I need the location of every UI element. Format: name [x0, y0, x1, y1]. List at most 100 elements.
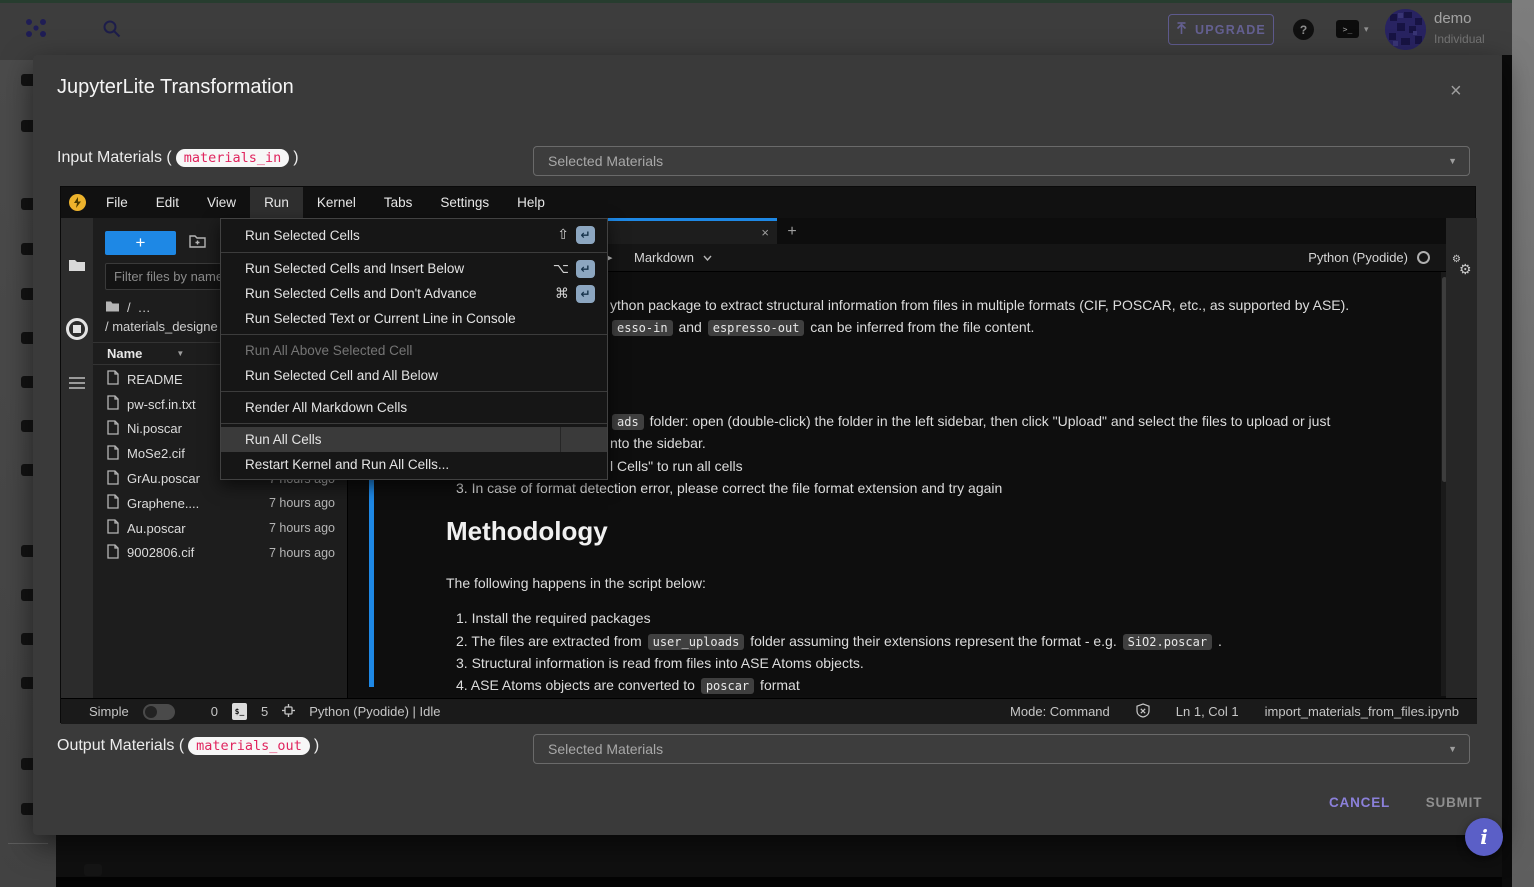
jupyterlite-logo-icon — [69, 194, 86, 211]
file-name: GrAu.poscar — [127, 471, 200, 486]
input-materials-label: Input Materials (materials_in) — [57, 149, 299, 167]
trust-shield-icon — [1136, 703, 1150, 721]
menubar-item-kernel[interactable]: Kernel — [303, 187, 370, 218]
run-menu-item[interactable]: Run All Cells — [221, 427, 607, 452]
enter-key-icon: ↵ — [576, 285, 595, 303]
file-icon — [107, 470, 119, 488]
menubar-item-file[interactable]: File — [92, 187, 142, 218]
run-menu-item[interactable]: Run Selected Cells and Don't Advance⌘↵ — [221, 281, 607, 306]
cell-type-dropdown[interactable]: Markdown — [634, 250, 712, 265]
file-modified-time: 7 hours ago — [269, 496, 335, 510]
kernel-count: 5 — [261, 704, 268, 719]
menubar-item-edit[interactable]: Edit — [142, 187, 193, 218]
cancel-button[interactable]: CANCEL — [1329, 795, 1389, 815]
run-menu-item[interactable]: Render All Markdown Cells — [221, 395, 607, 420]
menu-separator — [221, 334, 607, 335]
markdown-line: l Cells" to run all cells — [610, 458, 743, 474]
folder-icon — [105, 300, 120, 315]
jupyter-menubar: FileEditViewRunKernelTabsSettingsHelp — [61, 187, 1475, 218]
notebook-filename: import_materials_from_files.ipynb — [1265, 704, 1459, 719]
bug-icon[interactable] — [282, 704, 295, 720]
markdown-line: ads folder: open (double-click) the fold… — [610, 413, 1330, 429]
file-row[interactable]: Au.poscar 7 hours ago — [93, 516, 347, 541]
file-modified-time: 7 hours ago — [269, 546, 335, 560]
run-menu-item[interactable]: Restart Kernel and Run All Cells... — [221, 452, 607, 477]
run-menu-dropdown: Run Selected Cells⇧↵ Run Selected Cells a… — [220, 218, 608, 480]
running-kernels-icon[interactable] — [66, 318, 88, 340]
output-materials-label: Output Materials (materials_out) — [57, 737, 319, 755]
file-icon — [107, 445, 119, 463]
chevron-down-icon: ▼ — [1448, 744, 1457, 754]
page-right-edge — [1502, 55, 1512, 887]
new-tab-button[interactable]: + — [781, 221, 803, 243]
modifier-key-icon: ⌘ — [555, 286, 569, 302]
menubar-item-view[interactable]: View — [193, 187, 250, 218]
methodology-heading: Methodology — [446, 516, 608, 547]
run-menu-item[interactable]: Run Selected Cell and All Below — [221, 363, 607, 388]
dialog-title: JupyterLite Transformation — [57, 76, 294, 99]
file-name: Au.poscar — [127, 521, 186, 536]
jupyter-statusbar: Simple 0 $_ 5 Python (Pyodide) | Idle Mo… — [61, 698, 1477, 724]
new-launcher-button[interactable]: + — [105, 231, 176, 255]
file-row[interactable]: 9002806.cif7 hours ago — [93, 541, 347, 566]
markdown-line: esso-in and espresso-out can be inferred… — [610, 319, 1034, 335]
file-icon — [107, 395, 119, 413]
close-icon[interactable]: × — [1450, 81, 1462, 101]
tab-close-icon[interactable]: × — [761, 225, 769, 240]
info-fab-button[interactable]: i — [1465, 818, 1503, 856]
markdown-list-item: 3. Structural information is read from f… — [456, 655, 864, 671]
chevron-down-icon: ▼ — [1448, 156, 1457, 166]
markdown-line: 3. In case of format detection error, pl… — [456, 480, 1002, 496]
simple-mode-toggle[interactable] — [143, 704, 175, 720]
screen: UPGRADE ? >_ ▾ demo Individual — [0, 0, 1534, 887]
kernel-selector[interactable]: Python (Pyodide) — [1308, 250, 1430, 265]
file-icon — [107, 544, 119, 562]
markdown-list-item: 4. ASE Atoms objects are converted to po… — [456, 677, 800, 693]
file-browser-icon[interactable] — [68, 258, 86, 277]
menubar-item-run[interactable]: Run — [250, 187, 303, 218]
menubar-item-help[interactable]: Help — [503, 187, 559, 218]
file-modified-time: 7 hours ago — [269, 521, 335, 535]
breadcrumb[interactable]: / … — [105, 300, 151, 315]
file-icon — [107, 420, 119, 438]
new-folder-icon[interactable] — [189, 234, 206, 253]
jupyter-activity-bar — [61, 218, 93, 698]
enter-key-icon: ↵ — [576, 260, 595, 278]
editor-mode[interactable]: Mode: Command — [1010, 704, 1110, 719]
run-menu-item: Run All Above Selected Cell — [221, 338, 607, 363]
markdown-line: The following happens in the script belo… — [446, 575, 706, 591]
modifier-key-icon: ⇧ — [557, 227, 569, 243]
file-icon — [107, 494, 119, 512]
submit-button[interactable]: SUBMIT — [1424, 795, 1484, 815]
chevron-down-icon — [703, 255, 712, 261]
output-code-pill: materials_out — [188, 737, 310, 755]
run-menu-item[interactable]: Run Selected Cells and Insert Below⌥↵ — [221, 256, 607, 281]
cursor-position[interactable]: Ln 1, Col 1 — [1176, 704, 1239, 719]
file-name: pw-scf.in.txt — [127, 397, 196, 412]
terminal-count: 0 — [211, 704, 218, 719]
jupyter-right-strip: ⚙⚙ — [1446, 218, 1477, 698]
simple-mode-label: Simple — [89, 704, 129, 719]
page-scrollbar[interactable] — [1512, 0, 1534, 887]
breadcrumb-current[interactable]: / materials_designe — [105, 319, 218, 334]
menu-separator — [221, 252, 607, 253]
table-of-contents-icon[interactable] — [68, 376, 86, 395]
input-code-pill: materials_in — [176, 149, 290, 167]
kernel-status[interactable]: Python (Pyodide) | Idle — [309, 704, 440, 719]
terminal-badge-icon[interactable]: $_ — [232, 703, 247, 720]
menu-separator — [221, 423, 607, 424]
menubar-item-settings[interactable]: Settings — [426, 187, 503, 218]
file-name: Graphene.... — [127, 496, 199, 511]
file-name: Ni.poscar — [127, 421, 182, 436]
output-materials-select[interactable]: Selected Materials ▼ — [533, 734, 1470, 764]
markdown-list-item: 1. Install the required packages — [456, 610, 651, 626]
file-name: README — [127, 372, 183, 387]
input-materials-select[interactable]: Selected Materials ▼ — [533, 146, 1470, 176]
sort-caret-icon: ▼ — [176, 349, 184, 358]
file-icon — [107, 519, 119, 537]
file-row[interactable]: Graphene.... 7 hours ago — [93, 491, 347, 516]
run-menu-item[interactable]: Run Selected Cells⇧↵ — [221, 221, 607, 249]
run-menu-item[interactable]: Run Selected Text or Current Line in Con… — [221, 306, 607, 331]
markdown-line: nto the sidebar. — [610, 435, 706, 451]
menubar-item-tabs[interactable]: Tabs — [370, 187, 427, 218]
